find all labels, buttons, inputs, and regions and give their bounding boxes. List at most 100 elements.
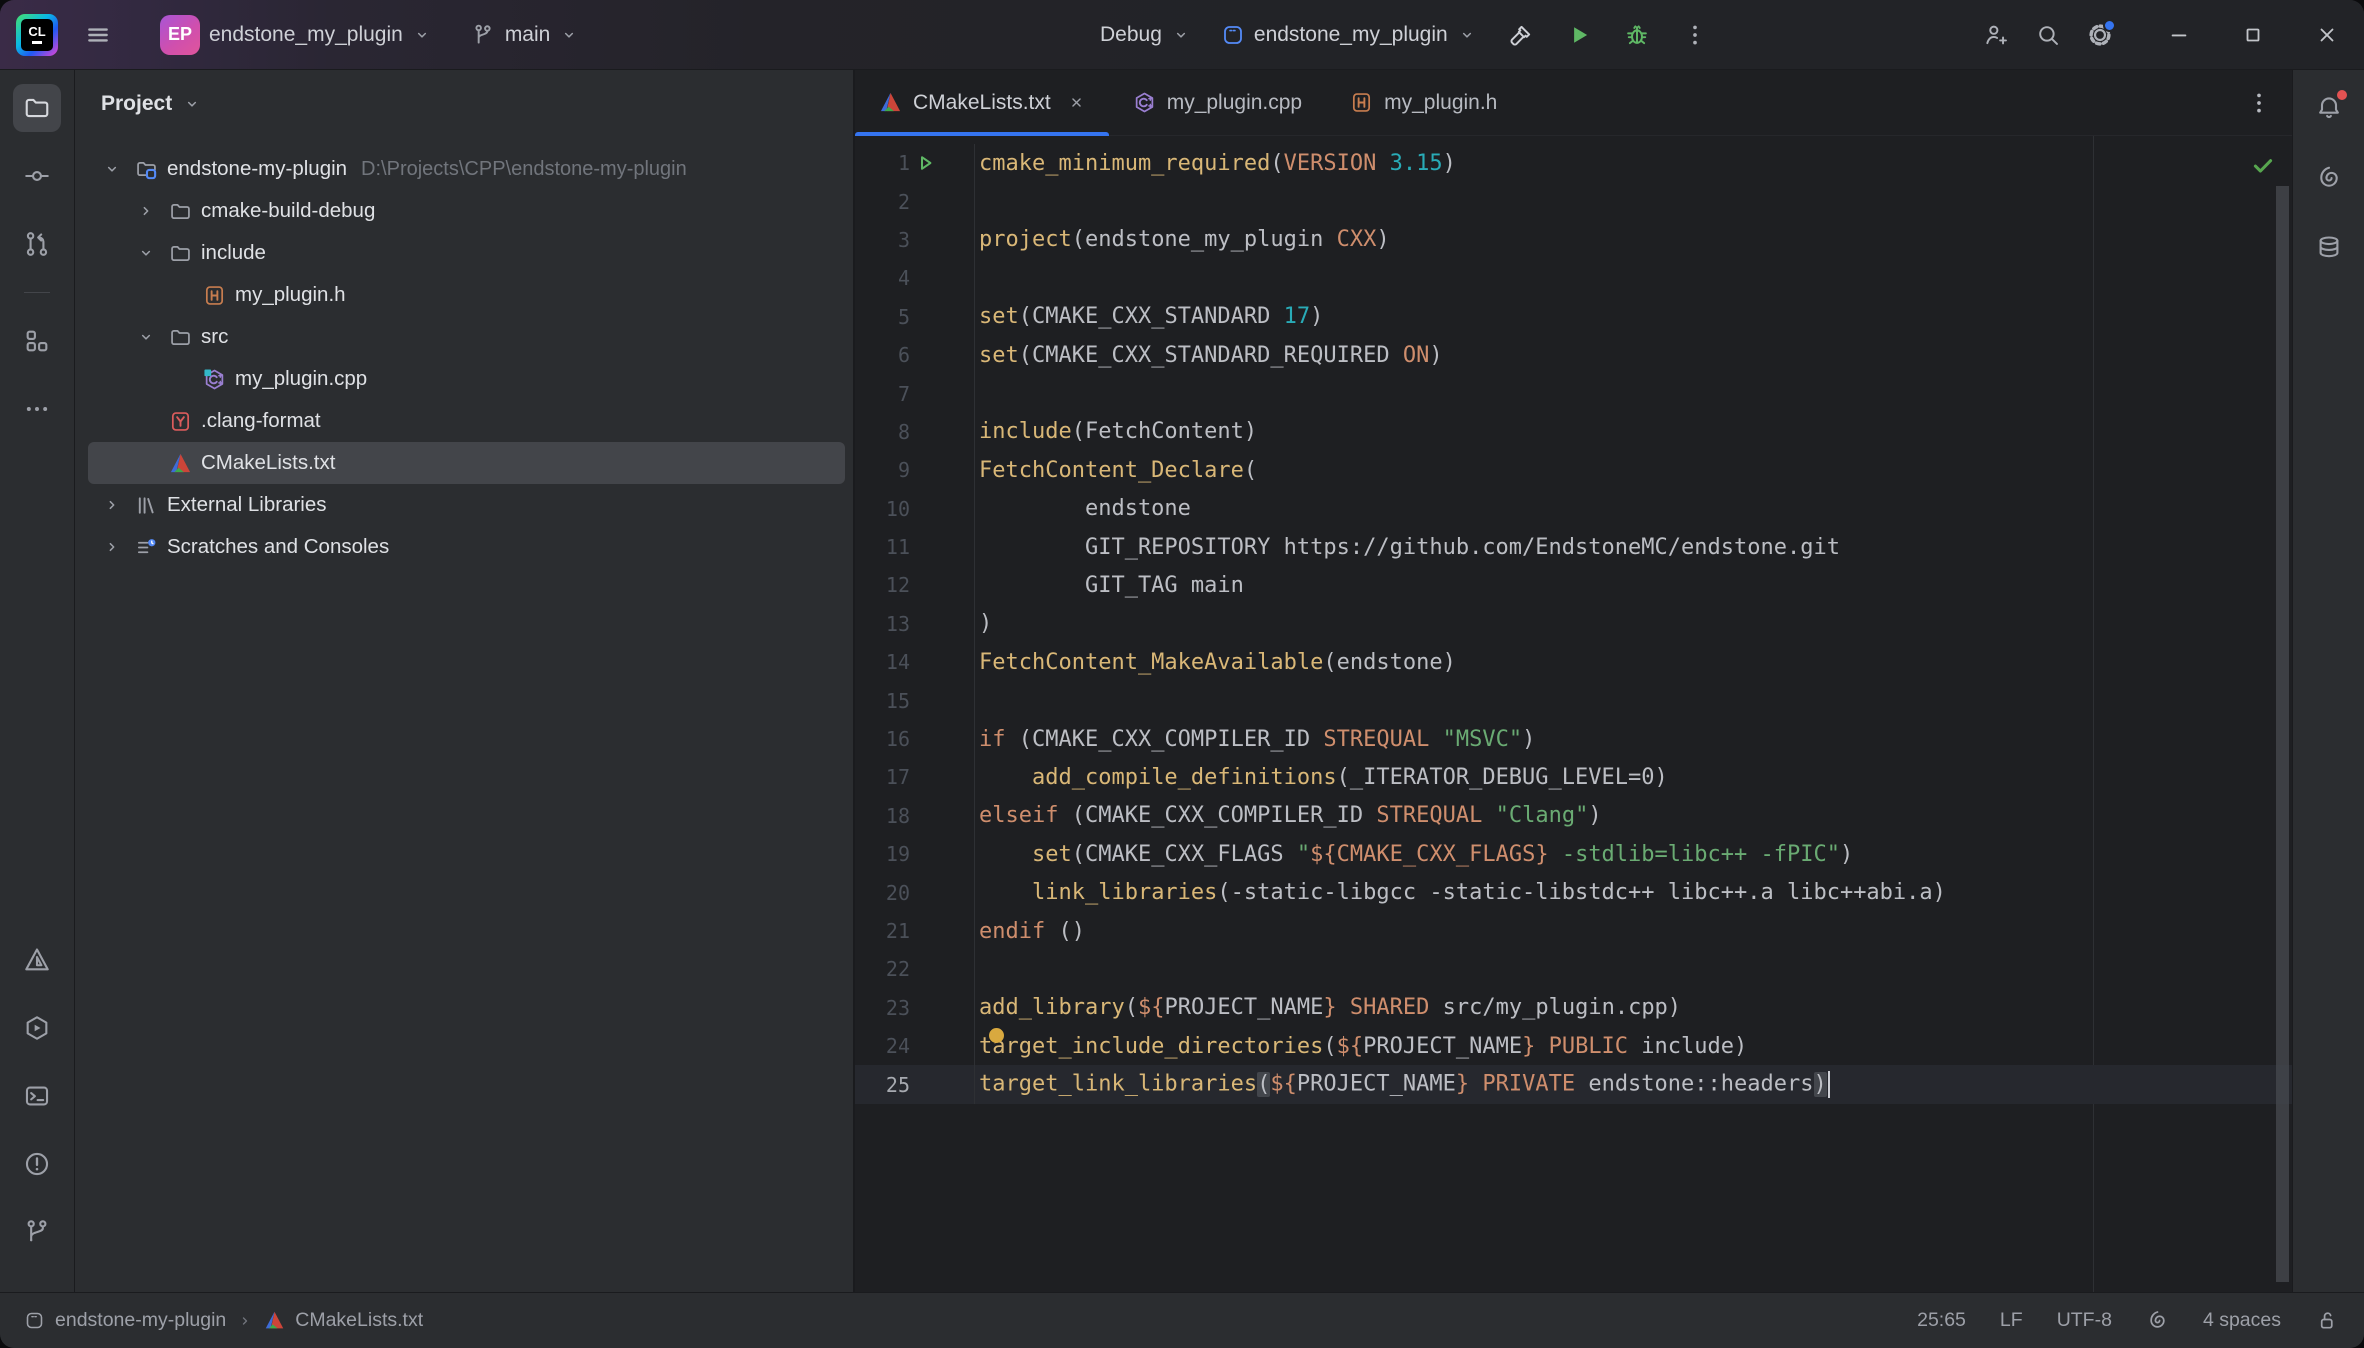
tree-item--clang-format[interactable]: .clang-format	[88, 400, 845, 442]
gutter-line-9[interactable]: 9	[855, 451, 975, 489]
gutter-line-5[interactable]: 5	[855, 298, 975, 336]
tool-window-button-project[interactable]	[13, 84, 61, 132]
more-actions-button[interactable]	[1669, 11, 1721, 59]
gutter-line-14[interactable]: 14	[855, 643, 975, 681]
tab-close-icon[interactable]	[1068, 94, 1085, 111]
tool-window-button-notifications[interactable]	[2305, 84, 2353, 132]
gutter-line-6[interactable]: 6	[855, 336, 975, 374]
code-line-20[interactable]: 20 link_libraries(-static-libgcc -static…	[855, 873, 2292, 911]
minimize-button[interactable]	[2142, 0, 2216, 70]
run-mode-selector[interactable]: Debug	[1088, 15, 1203, 55]
editor-tab-my-plugin-cpp[interactable]: my_plugin.cpp	[1109, 70, 1326, 135]
tool-window-button-services[interactable]	[13, 1004, 61, 1052]
chevron-down-icon[interactable]	[136, 243, 156, 263]
status-highlighting-level[interactable]	[2146, 1309, 2169, 1332]
clion-logo-icon[interactable]: CL	[16, 14, 58, 56]
editor-tab-cmakelists-txt[interactable]: CMakeLists.txt	[855, 70, 1109, 135]
main-menu-button[interactable]	[72, 11, 124, 59]
tree-item-cmakelists-txt[interactable]: CMakeLists.txt	[88, 442, 845, 484]
chevron-down-icon[interactable]	[136, 327, 156, 347]
tree-expander[interactable]	[100, 495, 124, 515]
code-line-8[interactable]: 8include(FetchContent)	[855, 413, 2292, 451]
code-line-16[interactable]: 16if (CMAKE_CXX_COMPILER_ID STREQUAL "MS…	[855, 720, 2292, 758]
tree-expander[interactable]	[100, 537, 124, 557]
code-line-6[interactable]: 6set(CMAKE_CXX_STANDARD_REQUIRED ON)	[855, 336, 2292, 374]
tree-item-endstone-my-plugin[interactable]: endstone-my-pluginD:\Projects\CPP\endsto…	[88, 148, 845, 190]
tree-expander[interactable]	[134, 201, 158, 221]
build-button[interactable]	[1495, 11, 1547, 59]
gutter-line-13[interactable]: 13	[855, 605, 975, 643]
project-panel-header[interactable]: Project	[75, 70, 853, 138]
code-line-3[interactable]: 3project(endstone_my_plugin CXX)	[855, 221, 2292, 259]
tool-window-button-structure[interactable]	[13, 317, 61, 365]
code-editor[interactable]: 1cmake_minimum_required(VERSION 3.15)23p…	[855, 136, 2292, 1292]
tool-window-button-version-control[interactable]	[13, 1208, 61, 1256]
tool-window-button-ai-assistant[interactable]	[2305, 154, 2353, 202]
chevron-down-icon[interactable]	[102, 159, 122, 179]
tree-item-scratches-and-consoles[interactable]: Scratches and Consoles	[88, 526, 845, 568]
tree-expander[interactable]	[134, 243, 158, 263]
settings-button[interactable]	[2074, 11, 2126, 59]
close-button[interactable]	[2290, 0, 2364, 70]
code-line-23[interactable]: 23add_library(${PROJECT_NAME} SHARED src…	[855, 989, 2292, 1027]
code-line-18[interactable]: 18elseif (CMAKE_CXX_COMPILER_ID STREQUAL…	[855, 797, 2292, 835]
breadcrumb-endstone-my-plugin[interactable]: endstone-my-plugin	[24, 1309, 226, 1332]
tree-expander[interactable]	[100, 159, 124, 179]
code-line-24[interactable]: 24target_include_directories(${PROJECT_N…	[855, 1027, 2292, 1065]
tool-window-button-terminal[interactable]	[13, 1072, 61, 1120]
gutter-line-8[interactable]: 8	[855, 413, 975, 451]
code-line-15[interactable]: 15	[855, 681, 2292, 719]
status-line-separator[interactable]: LF	[2000, 1309, 2023, 1332]
code-line-9[interactable]: 9FetchContent_Declare(	[855, 451, 2292, 489]
gutter-line-12[interactable]: 12	[855, 566, 975, 604]
maximize-button[interactable]	[2216, 0, 2290, 70]
gutter-line-23[interactable]: 23	[855, 989, 975, 1027]
code-line-7[interactable]: 7	[855, 374, 2292, 412]
tree-item-external-libraries[interactable]: External Libraries	[88, 484, 845, 526]
gutter-line-2[interactable]: 2	[855, 182, 975, 220]
tool-window-button-database[interactable]	[2305, 224, 2353, 272]
gutter-line-21[interactable]: 21	[855, 912, 975, 950]
code-line-12[interactable]: 12 GIT_TAG main	[855, 566, 2292, 604]
chevron-right-icon[interactable]	[136, 201, 156, 221]
debug-button[interactable]	[1611, 11, 1663, 59]
code-line-11[interactable]: 11 GIT_REPOSITORY https://github.com/End…	[855, 528, 2292, 566]
tree-item-my-plugin-h[interactable]: my_plugin.h	[88, 274, 845, 316]
gutter-line-15[interactable]: 15	[855, 681, 975, 719]
editor-scrollbar[interactable]	[2276, 186, 2289, 1282]
code-line-19[interactable]: 19 set(CMAKE_CXX_FLAGS "${CMAKE_CXX_FLAG…	[855, 835, 2292, 873]
chevron-right-icon[interactable]	[102, 495, 122, 515]
code-line-4[interactable]: 4	[855, 259, 2292, 297]
code-line-5[interactable]: 5set(CMAKE_CXX_STANDARD 17)	[855, 298, 2292, 336]
tree-expander[interactable]	[134, 327, 158, 347]
gutter-line-1[interactable]: 1	[855, 144, 975, 182]
code-line-2[interactable]: 2	[855, 182, 2292, 220]
project-widget[interactable]: EP endstone_my_plugin	[148, 7, 444, 63]
code-line-13[interactable]: 13)	[855, 605, 2292, 643]
tree-item-src[interactable]: src	[88, 316, 845, 358]
tool-window-button-cmake[interactable]	[13, 936, 61, 984]
search-everywhere-button[interactable]	[2022, 11, 2074, 59]
code-line-21[interactable]: 21endif ()	[855, 912, 2292, 950]
code-line-1[interactable]: 1cmake_minimum_required(VERSION 3.15)	[855, 144, 2292, 182]
run-configuration-selector[interactable]: endstone_my_plugin	[1209, 15, 1489, 55]
tool-window-button-more-tool-windows[interactable]	[13, 385, 61, 433]
vcs-branch-widget[interactable]: main	[458, 14, 592, 56]
tool-window-button-commit[interactable]	[13, 152, 61, 200]
gutter-line-3[interactable]: 3	[855, 221, 975, 259]
gutter-line-10[interactable]: 10	[855, 490, 975, 528]
code-line-25[interactable]: 25target_link_libraries(${PROJECT_NAME} …	[855, 1065, 2292, 1103]
tab-options-button[interactable]	[2246, 70, 2272, 136]
run-line-icon[interactable]	[913, 151, 937, 175]
run-button[interactable]	[1553, 11, 1605, 59]
tree-item-cmake-build-debug[interactable]: cmake-build-debug	[88, 190, 845, 232]
code-line-17[interactable]: 17 add_compile_definitions(_ITERATOR_DEB…	[855, 758, 2292, 796]
gutter-line-7[interactable]: 7	[855, 374, 975, 412]
code-with-me-button[interactable]	[1970, 11, 2022, 59]
status-caret-position[interactable]: 25:65	[1917, 1309, 1966, 1332]
code-line-22[interactable]: 22	[855, 950, 2292, 988]
gutter-line-19[interactable]: 19	[855, 835, 975, 873]
tree-item-include[interactable]: include	[88, 232, 845, 274]
status-file-writable[interactable]	[2315, 1309, 2338, 1332]
tree-item-my-plugin-cpp[interactable]: my_plugin.cpp	[88, 358, 845, 400]
